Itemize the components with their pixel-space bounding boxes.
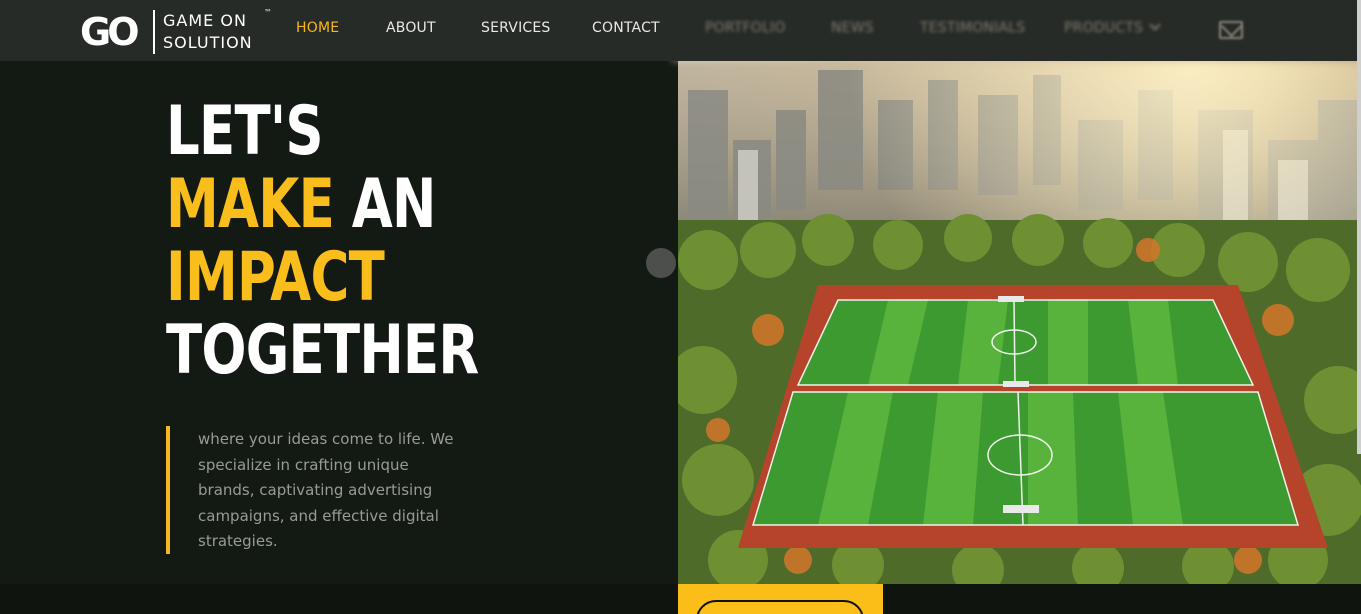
chevron-down-icon [1149, 19, 1161, 31]
page-scrollbar[interactable] [1357, 0, 1361, 454]
nav-item-about[interactable]: ABOUT [386, 20, 436, 36]
headline-word-an: AN [351, 165, 437, 244]
hero-stadium-image [678, 0, 1361, 584]
headline-line-2: MAKE AN [166, 168, 478, 241]
logo-line-solution: SOLUTION [163, 33, 253, 52]
headline-line-1: LET'S [166, 92, 324, 171]
hero-headline: LET'S MAKE AN IMPACT TOGETHER [166, 92, 479, 390]
nav-item-news[interactable]: NEWS [831, 20, 874, 36]
headline-highlight-make: MAKE [166, 165, 335, 244]
mail-icon[interactable] [1219, 21, 1243, 39]
nav-item-testimonials[interactable]: TESTIMONIALS [920, 20, 1025, 36]
tagline-accent-bar [166, 426, 170, 554]
nav-item-services[interactable]: SERVICES [481, 20, 551, 36]
brand-logo[interactable]: GO GAME ON SOLUTION ™ [78, 8, 278, 56]
top-navbar: GO GAME ON SOLUTION ™ HOME ABOUT SERVICE… [0, 0, 1361, 61]
nav-item-contact[interactable]: CONTACT [592, 20, 660, 36]
headline-line-4: TOGETHER [166, 311, 479, 390]
logo-divider [153, 10, 155, 54]
nav-item-products-label: PRODUCTS [1064, 20, 1144, 36]
nav-item-portfolio[interactable]: PORTFOLIO [705, 20, 786, 36]
logo-mark: GO [80, 10, 139, 54]
hero-text-panel: LET'S MAKE AN IMPACT TOGETHER where your… [0, 61, 678, 584]
cta-block [678, 584, 883, 614]
headline-highlight-impact: IMPACT [166, 238, 385, 317]
stadium-illustration [678, 0, 1361, 584]
hero-tagline: where your ideas come to life. We specia… [198, 430, 454, 551]
cta-button-outline[interactable] [696, 600, 864, 614]
logo-line-game-on: GAME ON [163, 11, 247, 30]
nav-item-home[interactable]: HOME [296, 20, 339, 36]
logo-trademark: ™ [264, 8, 272, 17]
nav-item-products[interactable]: PRODUCTS [1064, 19, 1161, 36]
slider-handle[interactable] [646, 248, 676, 278]
